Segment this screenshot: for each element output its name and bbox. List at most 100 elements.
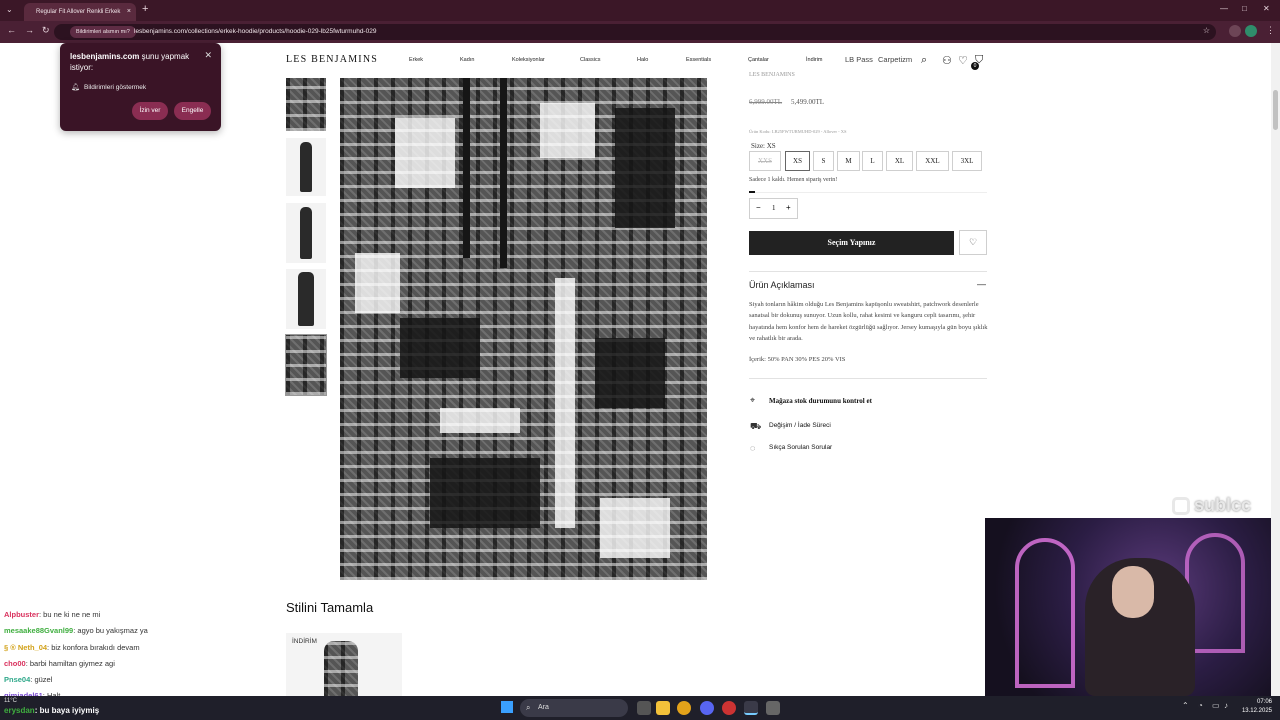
tray-chevron-icon[interactable]: ⌃ (1182, 701, 1189, 710)
browser-menu-icon[interactable]: ⋮ (1266, 25, 1275, 36)
size-option-xl[interactable]: XL (886, 151, 913, 171)
tab-menu-icon[interactable]: ⌄ (6, 5, 13, 14)
nav-item-essentials[interactable]: Essentials (686, 57, 711, 63)
back-icon[interactable]: ← (7, 25, 16, 35)
tab-title: Regular Fit Allover Renkli Erkek (36, 9, 121, 15)
store-stock-link[interactable]: Mağaza stok durumunu kontrol et (769, 397, 872, 405)
divider (749, 271, 987, 272)
popup-close-icon[interactable]: ✕ (204, 50, 212, 61)
profile-avatar[interactable] (1245, 25, 1257, 37)
nav-link-lb-pass[interactable]: LB Pass (845, 55, 873, 64)
chat-username: § ® Neth_04 (4, 642, 48, 652)
file-explorer-icon[interactable] (656, 701, 670, 715)
wishlist-heart-icon[interactable]: ♡ (958, 54, 968, 67)
tab-product[interactable]: Regular Fit Allover Renkli Erkek × (24, 3, 136, 21)
size-option-s[interactable]: S (813, 151, 834, 171)
reload-icon[interactable]: ↻ (42, 25, 50, 36)
notification-permission-chip[interactable]: Bildirimleri alsmın mı? (70, 26, 136, 38)
collapse-icon[interactable]: — (977, 279, 986, 289)
style-product-image (324, 641, 358, 696)
active-app-icon[interactable] (744, 701, 758, 715)
chat-username: Pnse04 (4, 675, 31, 685)
instagram-overlay: sublcc (1172, 495, 1251, 519)
quantity-stepper: − 1 + (749, 198, 798, 219)
close-window-icon[interactable]: ✕ (1263, 4, 1270, 13)
app-icon[interactable] (722, 701, 736, 715)
chat-text: : biz konfora bırakıdı devam (47, 642, 140, 652)
product-main-image[interactable] (340, 78, 707, 580)
tray-volume-icon[interactable]: ♪ (1224, 701, 1228, 710)
chrome-icon[interactable] (677, 701, 691, 715)
quantity-plus-button[interactable]: + (786, 203, 791, 212)
discord-icon[interactable] (700, 701, 714, 715)
faq-link[interactable]: Sıkça Sorulan Sorular (769, 444, 832, 451)
account-icon[interactable]: ⚇ (942, 54, 952, 67)
quantity-minus-button[interactable]: − (756, 203, 761, 212)
taskbar-clock[interactable]: 07:06 13.12.2025 (1236, 698, 1272, 716)
sale-price: 5,499.00TL (791, 98, 825, 106)
maximize-icon[interactable]: □ (1242, 4, 1247, 13)
popup-title: lesbenjamins.com şunu yapmak istiyor: (70, 51, 200, 73)
tray-wifi-icon[interactable]: ◔ (1198, 701, 1203, 710)
nav-item-halo[interactable]: Halo (637, 57, 648, 63)
nav-item-indirim[interactable]: İndirim (806, 57, 823, 63)
search-icon: ⌕ (526, 703, 531, 712)
location-pin-icon: ⌖ (750, 395, 756, 405)
nav-item-erkek[interactable]: Erkek (409, 57, 423, 63)
chat-bubble-icon: ◌ (750, 443, 756, 453)
size-option-m[interactable]: M (837, 151, 860, 171)
size-option-xxs[interactable]: XXS (749, 151, 781, 171)
size-option-3xl[interactable]: 3XL (952, 151, 982, 171)
description-title[interactable]: Ürün Açıklaması (749, 280, 815, 290)
chat-message: Alpbuster: bu ne ki ne ne mi (4, 607, 264, 623)
style-product-card[interactable]: İNDİRİM (286, 633, 402, 696)
app-icon[interactable] (766, 701, 780, 715)
nav-item-classics[interactable]: Classics (580, 57, 600, 63)
allow-button[interactable]: İzin ver (132, 102, 168, 120)
product-thumbnail-4[interactable] (286, 269, 326, 329)
nav-item-cantalar[interactable]: Çantalar (748, 57, 769, 63)
product-thumbnail-5[interactable] (285, 334, 327, 396)
new-tab-button[interactable]: + (142, 3, 148, 15)
search-icon[interactable]: ⌕ (921, 54, 927, 67)
size-option-xxl[interactable]: XXL (916, 151, 949, 171)
popup-permission-text: Bildirimleri göstermek (84, 84, 147, 91)
site-logo[interactable]: LES BENJAMINS (286, 54, 378, 65)
task-view-icon[interactable] (637, 701, 651, 715)
url-text[interactable]: lesbenjamins.com/collections/erkek-hoodi… (134, 24, 376, 40)
taskbar-search[interactable]: ⌕ Ara (520, 699, 628, 717)
chat-text: : agyo bu yakışmaz ya (73, 626, 148, 636)
product-sku: Ürün Kodu: LB25FWTURMUHD-029 - Allover -… (749, 129, 847, 134)
chat-text: : güzel (30, 675, 53, 685)
bookmark-star-icon[interactable]: ☆ (1203, 26, 1210, 35)
chat-message: cho00: barbi hamiltan giymez agi (4, 656, 264, 672)
start-windows-icon[interactable] (501, 701, 513, 713)
product-brand: LES BENJAMINS (749, 72, 795, 78)
product-thumbnail-2[interactable] (286, 138, 326, 196)
nav-link-carpetizm[interactable]: Carpetizm (878, 55, 912, 64)
tab-close-icon[interactable]: × (127, 3, 131, 21)
forward-icon[interactable]: → (25, 25, 34, 35)
nav-item-koleksiyonlar[interactable]: Koleksiyonlar (512, 57, 545, 63)
nav-item-kadin[interactable]: Kadın (460, 57, 474, 63)
stock-note: Sadece 1 kaldı. Hemen sipariş verin! (749, 177, 838, 183)
chat-text: : barbi hamiltan giymez agi (25, 658, 115, 668)
size-option-l[interactable]: L (862, 151, 883, 171)
add-to-wishlist-button[interactable]: ♡ (959, 230, 987, 255)
quantity-value[interactable]: 1 (772, 204, 776, 212)
divider (749, 378, 987, 379)
block-button[interactable]: Engelle (174, 102, 211, 120)
minimize-icon[interactable]: — (1220, 4, 1228, 13)
weather-widget[interactable]: 11°C (4, 698, 17, 704)
extension-icon[interactable] (1229, 25, 1241, 37)
returns-link[interactable]: Değişim / İade Süreci (769, 422, 831, 429)
product-thumbnail-3[interactable] (286, 203, 326, 263)
omnibox[interactable]: Bildirimleri alsmın mı? lesbenjamins.com… (54, 24, 1216, 40)
page-scrollbar[interactable] (1271, 43, 1280, 696)
size-option-xs[interactable]: XS (785, 151, 810, 171)
product-thumbnail-1[interactable] (286, 78, 326, 131)
tray-network-icon[interactable]: ▭ (1212, 701, 1220, 710)
scrollbar-thumb[interactable] (1273, 90, 1278, 130)
add-to-cart-button[interactable]: Seçim Yapınız (749, 231, 954, 255)
taskbar-search-label: Ara (538, 704, 549, 711)
